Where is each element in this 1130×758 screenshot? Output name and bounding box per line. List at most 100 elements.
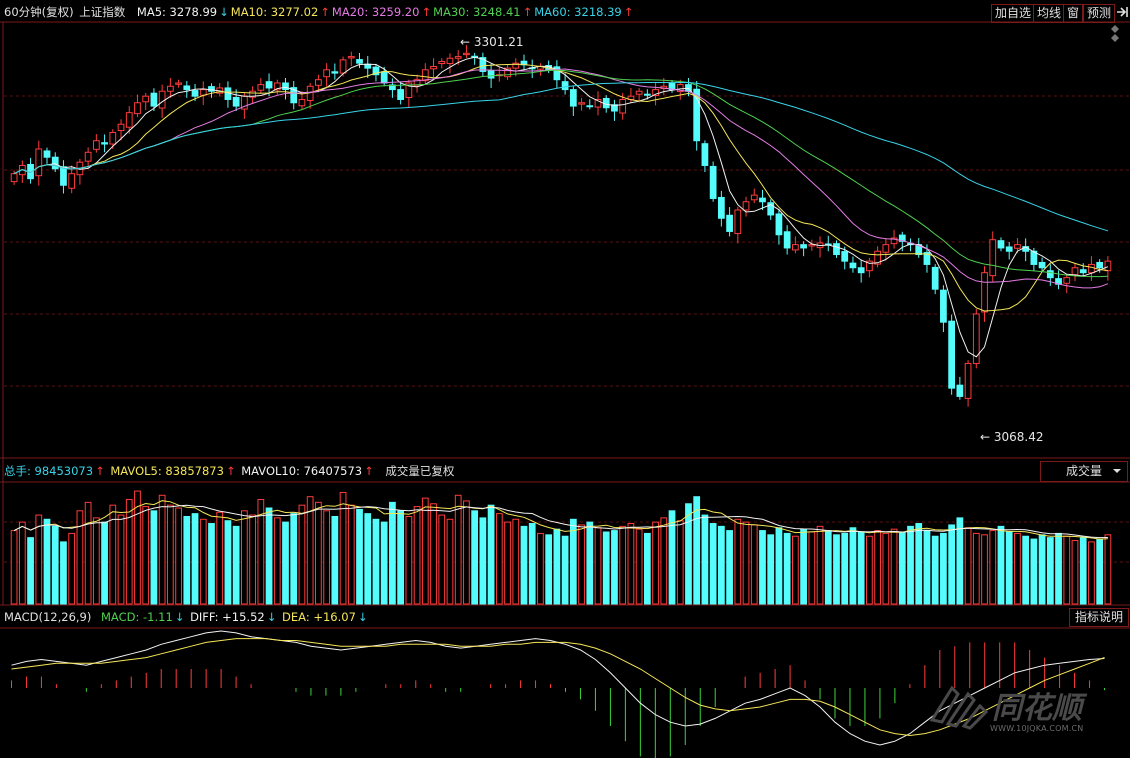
- volume-bar: [882, 532, 890, 605]
- volume-bar: [290, 513, 298, 605]
- candle-body: [150, 92, 158, 107]
- candle-body: [997, 240, 1005, 249]
- volume-bar: [27, 537, 34, 605]
- volume-bar: [1055, 532, 1062, 605]
- volume-note: 成交量已复权: [385, 464, 455, 478]
- volume-bar: [693, 496, 701, 605]
- volume-bar: [389, 501, 396, 605]
- candle-body: [1088, 263, 1095, 274]
- candle-body: [430, 65, 437, 70]
- volume-bar: [726, 530, 733, 605]
- volume-bar: [364, 513, 372, 605]
- candle-body: [315, 79, 322, 86]
- volume-bar: [1046, 537, 1054, 605]
- candle-body: [68, 173, 76, 189]
- volume-bar: [150, 510, 158, 605]
- volume-bar: [709, 523, 717, 605]
- volume-bar: [438, 514, 446, 605]
- volume-bar: [1014, 532, 1021, 605]
- volume-bar: [1030, 538, 1038, 605]
- kline-chart[interactable]: [0, 0, 1130, 758]
- volume-bar: [800, 528, 807, 605]
- volume-bar: [520, 525, 528, 605]
- candle-body: [742, 201, 750, 211]
- volume-bar: [594, 527, 602, 605]
- volume-bar: [68, 532, 76, 605]
- volume-bar: [1104, 534, 1112, 605]
- candle-body: [380, 71, 388, 84]
- volume-bar: [717, 525, 725, 605]
- volume-bar: [331, 515, 339, 605]
- volume-bar: [504, 521, 511, 605]
- volume-bar: [964, 527, 972, 605]
- volume-bar: [18, 521, 26, 605]
- candle-body: [421, 69, 429, 82]
- volume-bar: [602, 531, 610, 605]
- indicator-help-button[interactable]: 指标说明: [1069, 608, 1129, 627]
- volume-bar: [35, 514, 43, 605]
- volume-bar: [528, 523, 536, 605]
- stock-chart-window: 60分钟(复权) 上证指数 MA5: 3278.99 ↓ MA10: 3277.02…: [0, 0, 1130, 758]
- candle-body: [948, 320, 956, 389]
- volume-bar: [166, 504, 174, 605]
- mavol5-label: MAVOL5: 83857873: [110, 464, 224, 478]
- candle-body: [800, 244, 807, 249]
- volume-bar: [1063, 535, 1071, 605]
- candle-body: [10, 173, 18, 183]
- candle-body: [487, 69, 495, 79]
- candle-body: [709, 165, 717, 199]
- volume-bar: [898, 531, 906, 605]
- volume-bar: [1096, 538, 1104, 605]
- mavol10-label: MAVOL10: 76407573: [241, 464, 363, 478]
- volume-bar: [619, 525, 627, 605]
- candle-body: [569, 89, 577, 107]
- volume-bar: [734, 518, 742, 605]
- volume-bar: [512, 518, 520, 605]
- volume-bar: [249, 514, 256, 605]
- volume-bar: [495, 513, 503, 605]
- volume-bar: [816, 525, 824, 605]
- macd-title: MACD(12,26,9): [4, 610, 92, 624]
- ths-logo-icon: [929, 685, 989, 730]
- candle-body: [981, 272, 988, 313]
- high-price-label: ← 3301.21: [460, 35, 524, 49]
- volume-bar: [1005, 531, 1013, 605]
- volume-bar: [569, 518, 577, 605]
- volume-bar: [586, 521, 594, 605]
- candle-body: [882, 244, 890, 253]
- volume-bar: [241, 510, 248, 605]
- volume-bar: [1022, 535, 1030, 605]
- volume-bar: [479, 517, 487, 605]
- candle-body: [356, 59, 363, 64]
- candle-body: [857, 267, 865, 274]
- volume-bar: [298, 504, 306, 605]
- volume-bar: [117, 514, 125, 605]
- volume-bar: [578, 524, 585, 605]
- ma60-line: [13, 82, 1109, 232]
- volume-bar: [125, 499, 133, 605]
- volume-bar: [866, 535, 873, 605]
- volume-bar: [224, 520, 232, 605]
- volume-bar: [923, 530, 931, 605]
- volume-bar: [356, 508, 363, 605]
- volume-bar: [413, 506, 421, 605]
- volume-bar: [561, 535, 569, 605]
- candle-body: [134, 102, 141, 115]
- macd-value: MACD: -1.11: [101, 610, 173, 624]
- candle-body: [397, 89, 405, 100]
- candle-body: [232, 97, 240, 107]
- candle-body: [1096, 261, 1104, 269]
- candle-body: [109, 131, 117, 145]
- volume-bar: [158, 494, 166, 605]
- volume-bar: [1088, 541, 1095, 605]
- candle-body: [578, 102, 585, 105]
- volume-bar: [199, 518, 207, 605]
- volume-bar: [701, 514, 709, 605]
- indicator-selector[interactable]: 成交量: [1040, 461, 1128, 482]
- candle-body: [117, 123, 125, 131]
- candle-body: [101, 142, 108, 145]
- volume-bar: [611, 530, 618, 605]
- candle-body: [635, 90, 643, 95]
- candle-body: [940, 289, 947, 323]
- candle-body: [454, 56, 462, 59]
